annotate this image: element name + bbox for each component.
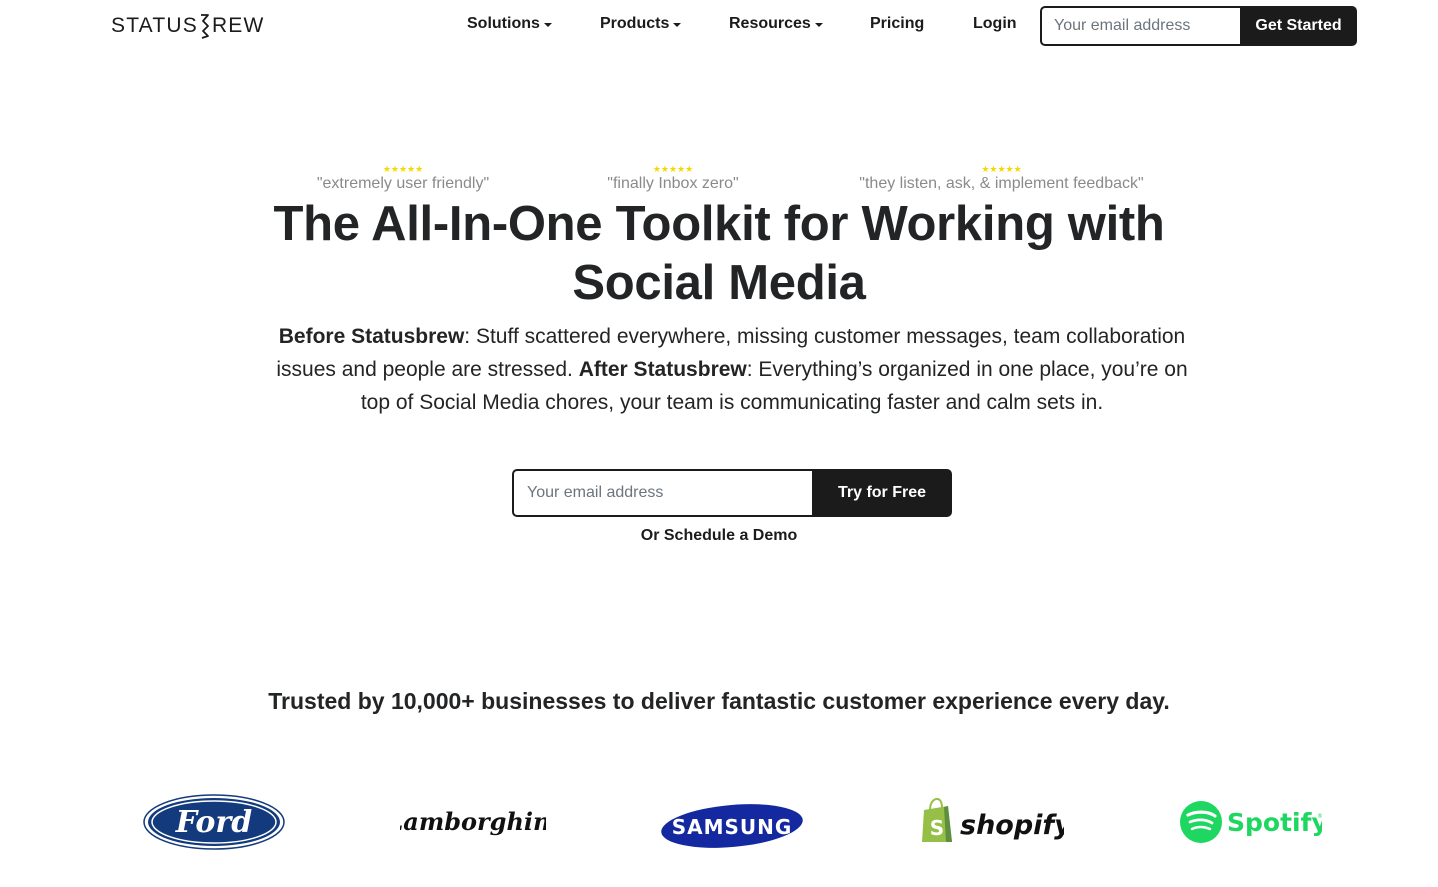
ford-logo: Ford xyxy=(143,790,285,854)
samsung-logo-icon: SAMSUNG xyxy=(661,804,803,848)
nav-pricing-label: Pricing xyxy=(870,15,925,32)
nav-resources-label: Resources xyxy=(729,15,811,32)
try-for-free-button[interactable]: Try for Free xyxy=(812,469,952,517)
schedule-demo-container: Or Schedule a Demo xyxy=(0,527,1438,545)
caret-down-icon xyxy=(673,23,682,27)
hero-email-input[interactable] xyxy=(512,469,812,517)
svg-text:S: S xyxy=(930,816,944,840)
hero-description: Before Statusbrew: Stuff scattered every… xyxy=(264,320,1200,419)
before-label: Before Statusbrew xyxy=(278,325,465,348)
brand-squiggle-icon xyxy=(200,14,209,39)
hero-title-line-2: Social Media xyxy=(572,256,866,310)
five-star-rating-icon: ★★★★★ xyxy=(652,164,694,174)
testimonial-2: ★★★★★ "finally Inbox zero" xyxy=(604,164,742,194)
header-signup-form: Get Started xyxy=(1040,6,1357,46)
samsung-logo: SAMSUNG xyxy=(660,790,804,854)
trusted-by-heading: Trusted by 10,000+ businesses to deliver… xyxy=(268,688,1170,714)
hero-signup-form: Try for Free xyxy=(512,469,952,517)
statusbrew-logo[interactable]: STATUS REW xyxy=(111,13,265,39)
shopify-logo-icon: S shopify xyxy=(922,797,1064,842)
nav-login-label: Login xyxy=(973,15,1017,32)
testimonial-quote: "finally Inbox zero" xyxy=(607,175,739,192)
nav-solutions[interactable]: Solutions xyxy=(467,15,552,33)
brand-text-left: STATUS xyxy=(111,14,198,37)
testimonial-3: ★★★★★ "they listen, ask, & implement fee… xyxy=(851,164,1152,194)
lamborghini-logo: Lamborghini xyxy=(400,790,546,854)
shopify-logo-text: shopify xyxy=(960,810,1064,841)
get-started-button[interactable]: Get Started xyxy=(1240,6,1357,46)
brand-text-right: REW xyxy=(211,14,265,37)
nav-pricing[interactable]: Pricing xyxy=(870,15,924,33)
testimonial-1: ★★★★★ "extremely user friendly" xyxy=(312,164,494,194)
schedule-demo-link[interactable]: Or Schedule a Demo xyxy=(641,527,798,544)
five-star-rating-icon: ★★★★★ xyxy=(981,164,1022,174)
samsung-logo-text: SAMSUNG xyxy=(672,815,793,839)
lamborghini-logo-text: Lamborghini xyxy=(400,807,546,836)
lamborghini-logo-icon: Lamborghini xyxy=(400,807,546,836)
header-email-input[interactable] xyxy=(1040,6,1240,46)
testimonial-quote: "extremely user friendly" xyxy=(316,175,490,192)
shopify-logo: S shopify xyxy=(918,790,1064,854)
caret-down-icon xyxy=(543,23,552,27)
spotify-logo-text: Spotify xyxy=(1227,808,1322,837)
hero-title: The All-In-One Toolkit for Working with … xyxy=(0,195,1438,313)
ford-logo-text: Ford xyxy=(175,805,252,840)
nav-resources[interactable]: Resources xyxy=(729,15,823,33)
hero-title-line-1: The All-In-One Toolkit for Working with xyxy=(273,197,1165,251)
testimonial-quote: "they listen, ask, & implement feedback" xyxy=(859,175,1144,192)
ford-logo-icon: Ford xyxy=(143,794,285,850)
nav-products-label: Products xyxy=(600,15,670,32)
site-header: STATUS REW Solutions Products Resources … xyxy=(0,0,1438,52)
nav-solutions-label: Solutions xyxy=(467,15,540,32)
after-label: After Statusbrew xyxy=(578,358,747,381)
nav-products[interactable]: Products xyxy=(600,15,682,33)
nav-login[interactable]: Login xyxy=(973,15,1017,33)
svg-text:®: ® xyxy=(1317,813,1322,820)
spotify-logo: Spotify ® xyxy=(1178,790,1322,854)
five-star-rating-icon: ★★★★★ xyxy=(382,164,424,174)
caret-down-icon xyxy=(814,23,823,27)
spotify-logo-icon: Spotify ® xyxy=(1180,801,1322,843)
